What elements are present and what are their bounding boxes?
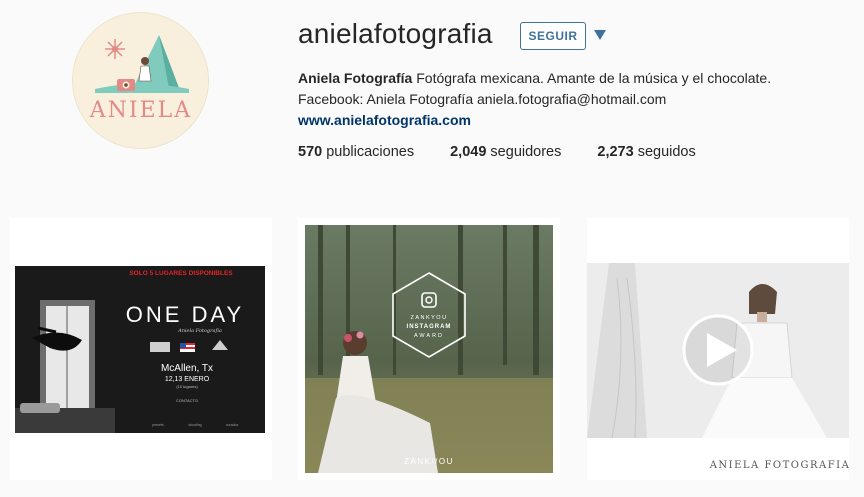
following-label: seguidos (633, 144, 696, 160)
award-line-3: AWARD (414, 333, 444, 339)
flyer-banner: SOLO 5 LUGARES DISPONIBLES (129, 270, 233, 277)
profile-stats: 570 publicaciones 2,049 seguidores 2,273… (298, 144, 696, 160)
flyer-city: McAllen, Tx (161, 363, 213, 374)
followers-stat[interactable]: 2,049 seguidores (450, 144, 561, 160)
following-count: 2,273 (597, 144, 634, 160)
flyer-subtitle: Aniela Fotografía (177, 327, 222, 334)
flyer-footer-left: presets (152, 423, 164, 427)
bio-line-1: Aniela Fotografía Fotógrafa mexicana. Am… (298, 68, 771, 89)
profile-bio: Aniela Fotografía Fotógrafa mexicana. Am… (298, 68, 771, 131)
posts-stat: 570 publicaciones (298, 144, 414, 160)
post-thumbnail-2[interactable]: ZANKYOU INSTAGRAM AWARD ZANK//OU (298, 218, 560, 480)
flyer-contact: CONTACTO (176, 398, 198, 403)
flyer-title: ONE DAY (126, 302, 244, 327)
posts-label: publicaciones (322, 144, 415, 160)
flyer-footer-right: curados (226, 423, 239, 427)
post-thumbnail-3[interactable]: ANIELA FOTOGRAFIA (587, 218, 849, 480)
followers-label: seguidores (486, 144, 562, 160)
posts-count: 570 (298, 144, 323, 160)
website-link[interactable]: www.anielafotografia.com (298, 110, 771, 131)
signature-text: ANIELA FOTOGRAFIA (709, 460, 849, 471)
avatar-logo-text: ANIELA (89, 98, 192, 123)
award-line-2: INSTAGRAM (407, 324, 452, 330)
profile-username: anielafotografia (298, 18, 493, 49)
profile-avatar: ANIELA (72, 12, 209, 149)
flyer-footer-mid: shooting (188, 423, 201, 427)
following-stat[interactable]: 2,273 seguidos (597, 144, 695, 160)
bio-line-2: Facebook: Aniela Fotografía aniela.fotog… (298, 91, 667, 107)
award-line-1: ZANKYOU (410, 315, 447, 321)
bio-text: Fotógrafa mexicana. Amante de la música … (412, 70, 772, 86)
bio-name: Aniela Fotografía (298, 70, 413, 86)
follow-button[interactable]: SEGUIR (520, 22, 586, 50)
post-thumbnail-1[interactable]: SOLO 5 LUGARES DISPONIBLES ONE DAY Aniel… (10, 218, 272, 480)
award-brand: ZANK//OU (404, 457, 454, 466)
flyer-note: (10 lugares) (176, 384, 198, 389)
options-dropdown-icon[interactable] (594, 30, 606, 40)
followers-count: 2,049 (450, 144, 487, 160)
flyer-dates: 12,13 ENERO (165, 376, 210, 383)
